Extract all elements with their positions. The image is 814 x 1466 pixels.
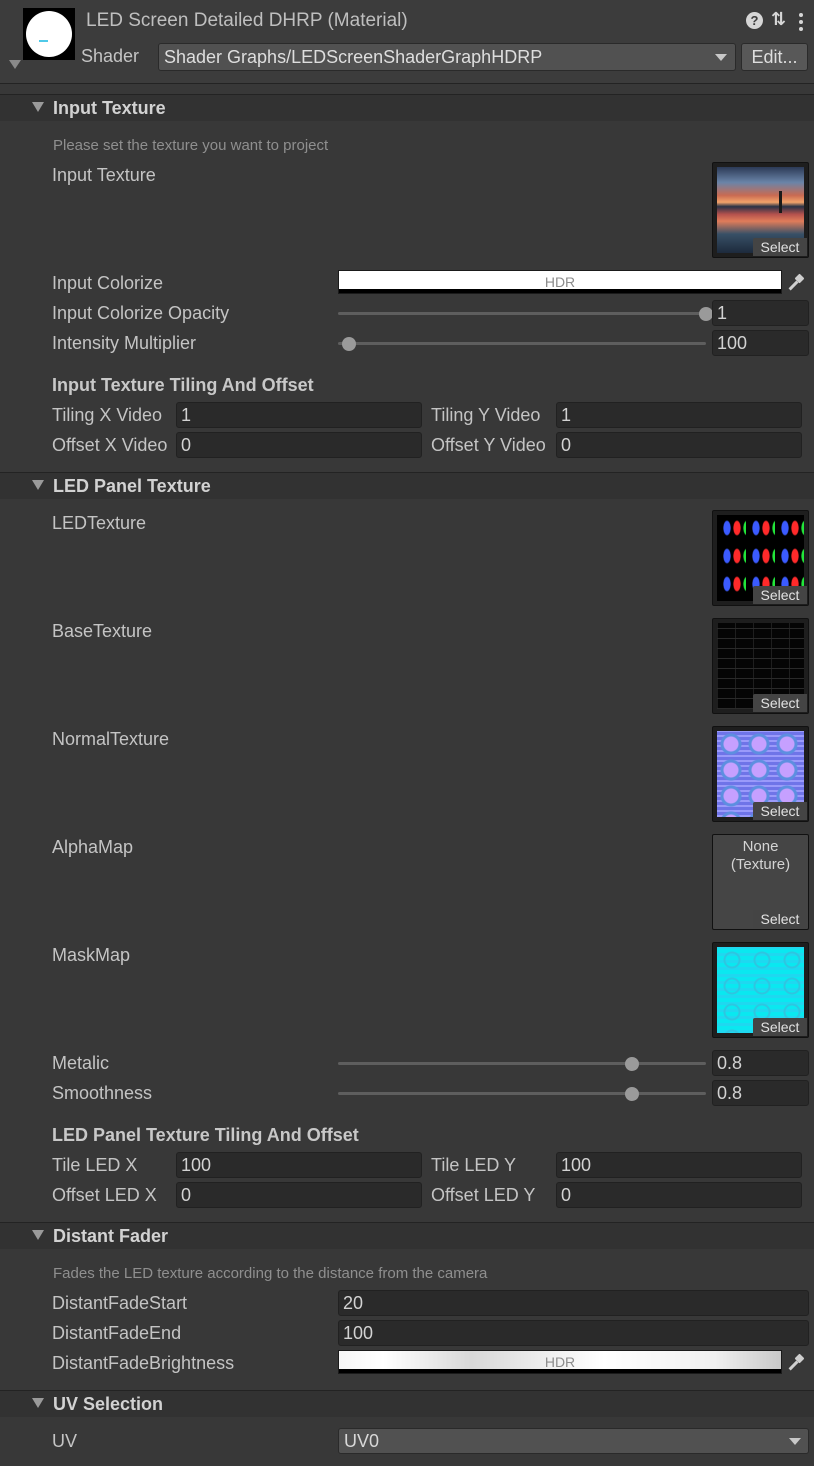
section-header-distant-fader[interactable]: Distant Fader: [0, 1222, 814, 1249]
normal-texture-label: NormalTexture: [52, 729, 170, 749]
eyedropper-icon[interactable]: [785, 272, 807, 294]
tiling-offset-subheading: Input Texture Tiling And Offset: [52, 375, 314, 395]
select-button[interactable]: Select: [753, 802, 807, 820]
hdr-label: HDR: [544, 274, 576, 290]
led-texture-slot[interactable]: Select: [712, 510, 809, 606]
input-texture-label: Input Texture: [52, 165, 156, 185]
tiling-x-video-field[interactable]: 1: [176, 402, 422, 428]
section-header-led-panel-texture[interactable]: LED Panel Texture: [0, 472, 814, 499]
tile-led-y-field[interactable]: 100: [556, 1152, 802, 1178]
help-icon[interactable]: ?: [746, 12, 763, 29]
distant-fade-brightness-color-field[interactable]: HDR: [338, 1350, 782, 1374]
uv-dropdown-value: UV0: [344, 1431, 380, 1451]
offset-x-video-field[interactable]: 0: [176, 432, 422, 458]
tiling-y-video-field[interactable]: 1: [556, 402, 802, 428]
slider-thumb[interactable]: [342, 337, 357, 351]
tile-led-x-field[interactable]: 100: [176, 1152, 422, 1178]
mask-map-label: MaskMap: [52, 945, 131, 965]
tile-led-y-label: Tile LED Y: [431, 1155, 517, 1175]
offset-led-x-label: Offset LED X: [52, 1185, 157, 1205]
chevron-down-icon: [789, 1438, 801, 1445]
select-button[interactable]: Select: [753, 910, 807, 928]
alpha-map-label: AlphaMap: [52, 837, 134, 857]
tiling-y-video-label: Tiling Y Video: [431, 405, 541, 425]
select-button[interactable]: Select: [753, 238, 807, 256]
distant-fade-brightness-label: DistantFadeBrightness: [52, 1353, 235, 1373]
input-colorize-opacity-label: Input Colorize Opacity: [52, 303, 230, 323]
foldout-arrow-icon: [32, 102, 44, 112]
section-title: UV Selection: [53, 1394, 164, 1414]
smoothness-field[interactable]: 0.8: [712, 1080, 809, 1106]
slider-thumb[interactable]: [625, 1087, 640, 1101]
smoothness-label: Smoothness: [52, 1083, 153, 1103]
shader-dropdown[interactable]: Shader Graphs/LEDScreenShaderGraphHDRP: [158, 43, 736, 71]
section-description: Fades the LED texture according to the d…: [53, 1265, 488, 1282]
led-tiling-offset-subheading: LED Panel Texture Tiling And Offset: [52, 1125, 359, 1145]
tiling-x-video-label: Tiling X Video: [52, 405, 163, 425]
chevron-down-icon: [715, 54, 727, 61]
foldout-arrow-icon: [32, 1398, 44, 1408]
intensity-multiplier-label: Intensity Multiplier: [52, 333, 197, 353]
kebab-menu-icon[interactable]: [797, 11, 805, 34]
section-title: Distant Fader: [53, 1226, 169, 1246]
distant-fade-end-label: DistantFadeEnd: [52, 1323, 182, 1343]
input-colorize-label: Input Colorize: [52, 273, 164, 293]
eyedropper-icon[interactable]: [785, 1352, 807, 1374]
offset-x-video-label: Offset X Video: [52, 435, 168, 455]
offset-led-y-label: Offset LED Y: [431, 1185, 536, 1205]
no-texture-text: None (Texture): [730, 838, 791, 873]
normal-texture-slot[interactable]: Select: [712, 726, 809, 822]
distant-fade-start-label: DistantFadeStart: [52, 1293, 188, 1313]
uv-dropdown[interactable]: UV0: [338, 1428, 809, 1454]
base-texture-label: BaseTexture: [52, 621, 153, 641]
material-title: LED Screen Detailed DHRP (Material): [86, 10, 408, 31]
header-foldout-arrow-icon[interactable]: [9, 60, 21, 69]
intensity-multiplier-field[interactable]: 100: [712, 330, 809, 356]
uv-label: UV: [52, 1431, 78, 1451]
tile-led-x-label: Tile LED X: [52, 1155, 138, 1175]
offset-led-y-field[interactable]: 0: [556, 1182, 802, 1208]
intensity-multiplier-slider[interactable]: [338, 342, 706, 345]
base-texture-slot[interactable]: Select: [712, 618, 809, 714]
foldout-arrow-icon: [32, 480, 44, 490]
metalic-field[interactable]: 0.8: [712, 1050, 809, 1076]
slider-thumb[interactable]: [699, 307, 713, 321]
offset-y-video-field[interactable]: 0: [556, 432, 802, 458]
distant-fade-end-field[interactable]: 100: [338, 1320, 809, 1346]
section-description: Please set the texture you want to proje…: [53, 137, 329, 154]
led-texture-label: LEDTexture: [52, 513, 147, 533]
mask-map-slot[interactable]: Select: [712, 942, 809, 1038]
select-button[interactable]: Select: [753, 694, 807, 712]
section-header-input-texture[interactable]: Input Texture: [0, 94, 814, 121]
slider-thumb[interactable]: [625, 1057, 640, 1071]
shader-label: Shader: [81, 46, 140, 66]
section-header-uv-selection[interactable]: UV Selection: [0, 1390, 814, 1417]
smoothness-slider[interactable]: [338, 1092, 706, 1095]
metalic-label: Metalic: [52, 1053, 110, 1073]
distant-fade-start-field[interactable]: 20: [338, 1290, 809, 1316]
section-title: LED Panel Texture: [53, 476, 211, 496]
input-colorize-opacity-slider[interactable]: [338, 312, 706, 315]
foldout-arrow-icon: [32, 1230, 44, 1240]
select-button[interactable]: Select: [753, 1018, 807, 1036]
alpha-bar: [339, 289, 781, 293]
metalic-slider[interactable]: [338, 1062, 706, 1065]
select-button[interactable]: Select: [753, 586, 807, 604]
material-preview-icon: [23, 8, 75, 60]
alpha-bar: [339, 1369, 781, 1373]
section-title: Input Texture: [53, 98, 166, 118]
material-header: LED Screen Detailed DHRP (Material) ? ⇅ …: [0, 0, 814, 84]
settings-icon[interactable]: ⇅: [771, 9, 786, 30]
input-colorize-opacity-field[interactable]: 1: [712, 300, 809, 326]
offset-led-x-field[interactable]: 0: [176, 1182, 422, 1208]
input-colorize-color-field[interactable]: HDR: [338, 270, 782, 294]
edit-shader-button[interactable]: Edit...: [741, 43, 808, 71]
alpha-map-slot[interactable]: None (Texture) Select: [712, 834, 809, 930]
input-texture-slot[interactable]: Select: [712, 162, 809, 258]
hdr-label: HDR: [544, 1354, 576, 1370]
shader-dropdown-value: Shader Graphs/LEDScreenShaderGraphHDRP: [164, 47, 543, 67]
offset-y-video-label: Offset Y Video: [431, 435, 546, 455]
